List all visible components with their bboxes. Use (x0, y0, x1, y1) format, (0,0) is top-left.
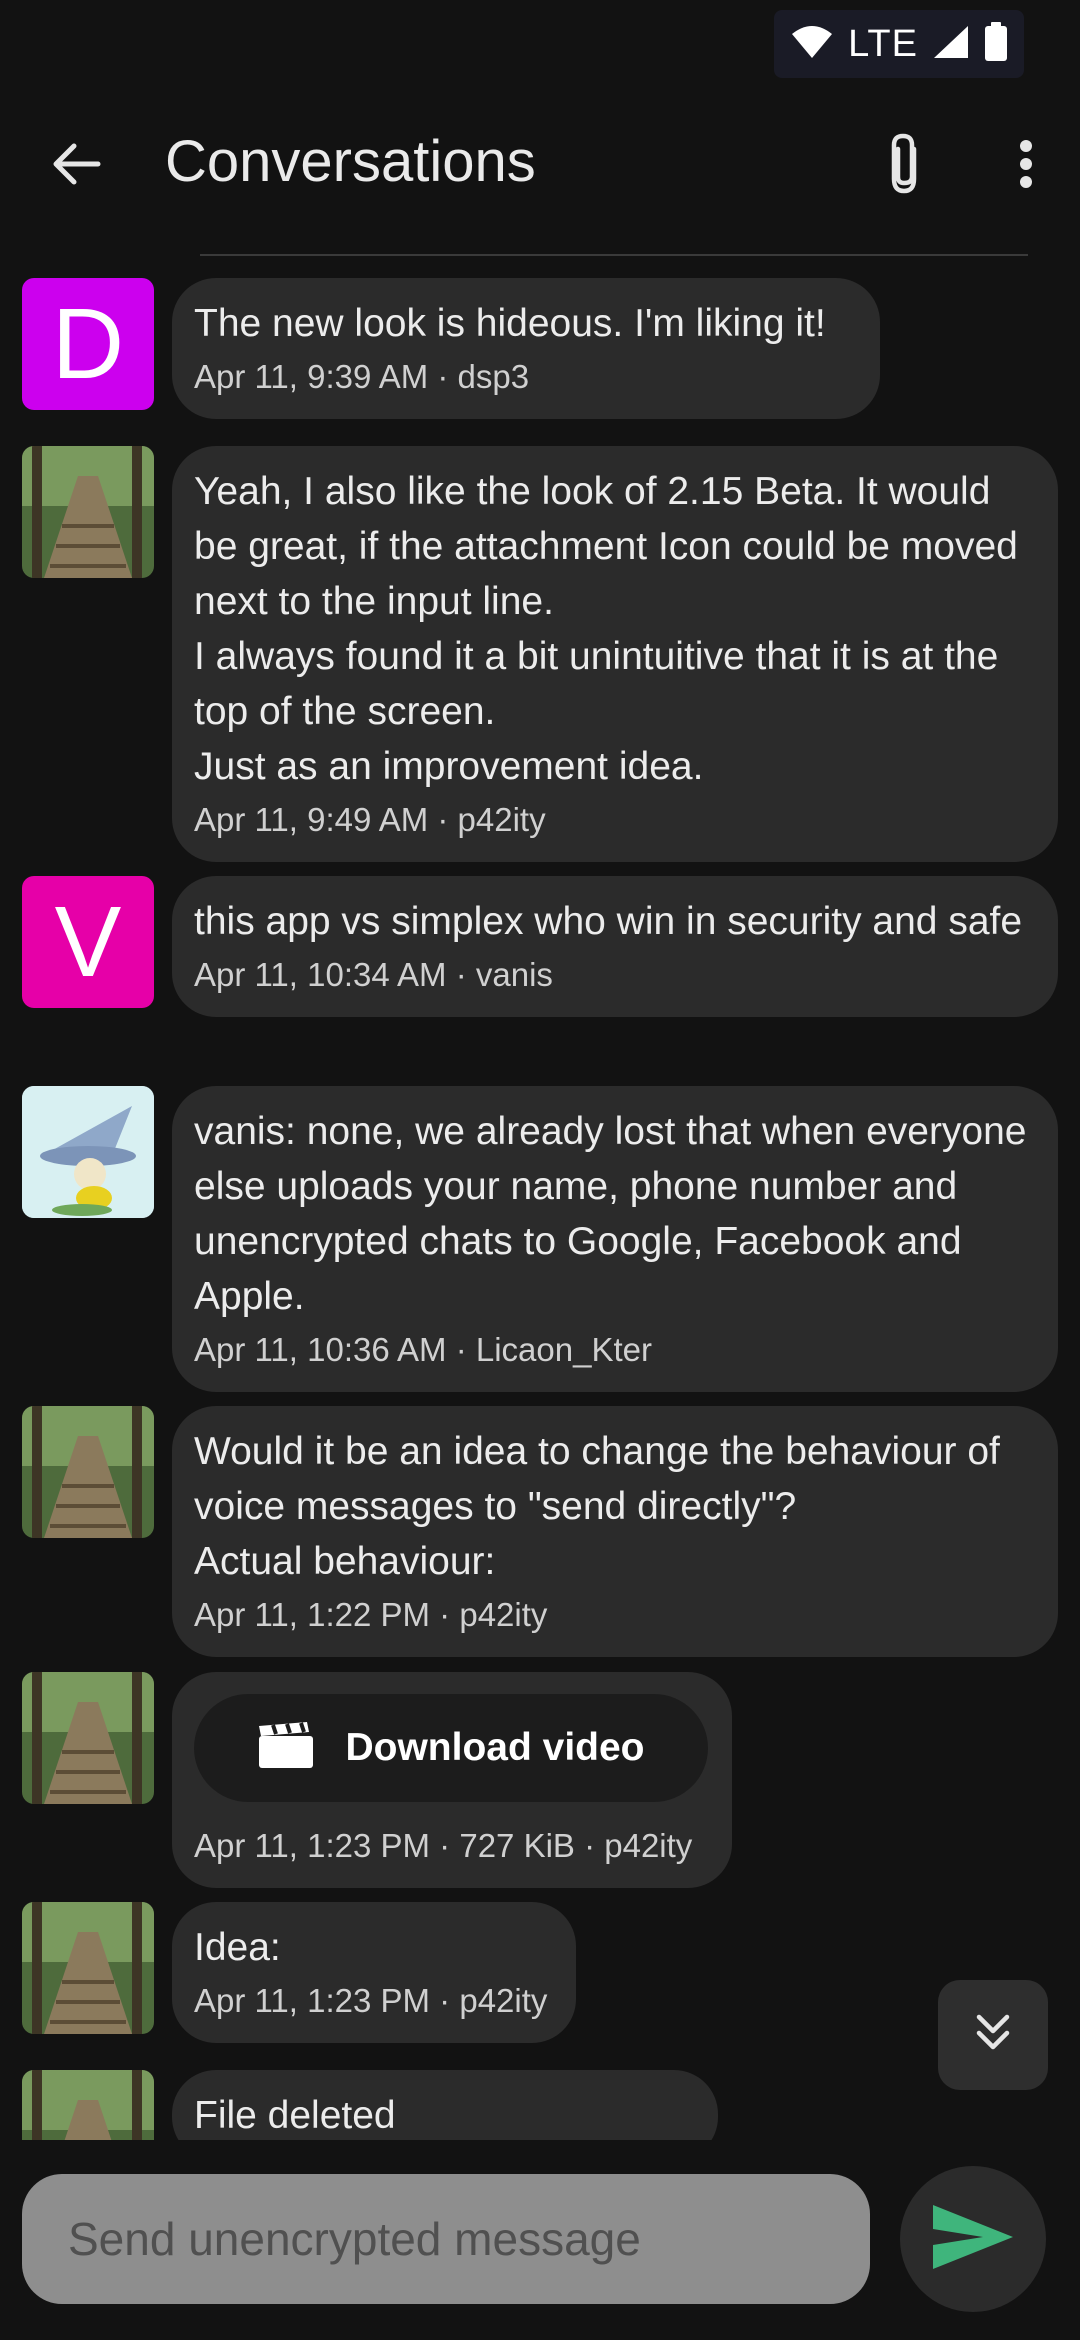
message-meta: Apr 11, 1:23 PM · 727 KiB · p42ity (194, 1827, 693, 1864)
status-bar: LTE (0, 0, 1080, 90)
battery-icon (984, 21, 1008, 67)
message-list[interactable]: D The new look is hideous. I'm liking it… (0, 260, 1080, 2140)
more-vert-icon (1018, 138, 1034, 195)
forest-boardwalk-image (22, 2070, 154, 2140)
message-text: vanis: none, we already lost that when e… (194, 1110, 1038, 1318)
forest-boardwalk-image (22, 1902, 154, 2034)
attach-button[interactable] (868, 130, 940, 202)
message-bubble[interactable]: this app vs simplex who win in security … (172, 876, 1058, 1017)
message-bubble[interactable]: Download video Apr 11, 1:23 PM · 727 KiB… (172, 1672, 732, 1888)
message-bubble[interactable]: Yeah, I also like the look of 2.15 Beta.… (172, 446, 1058, 862)
message-text: Idea: (194, 1926, 281, 1969)
message-meta: Apr 11, 1:23 PM · p42ity (194, 1982, 548, 2019)
message-bubble[interactable]: vanis: none, we already lost that when e… (172, 1086, 1058, 1392)
avatar[interactable] (22, 1672, 154, 1804)
message-bubble[interactable]: Idea: Apr 11, 1:23 PM · p42ity (172, 1902, 576, 2043)
page-title: Conversations (165, 129, 536, 194)
message-meta: Apr 11, 9:49 AM · p42ity (194, 801, 546, 838)
send-button[interactable] (900, 2166, 1046, 2312)
more-options-button[interactable] (990, 130, 1062, 202)
message-text: Would it be an idea to change the behavi… (194, 1430, 1000, 1583)
message-meta: Apr 11, 1:22 PM · p42ity (194, 1596, 548, 1633)
message-bubble[interactable]: Would it be an idea to change the behavi… (172, 1406, 1058, 1657)
message-meta: Apr 11, 10:34 AM · vanis (194, 956, 553, 993)
paperclip-icon (884, 131, 924, 202)
avatar-letter: D (51, 287, 125, 400)
status-indicators: LTE (774, 10, 1024, 78)
forest-boardwalk-image (22, 446, 154, 578)
wifi-icon (790, 24, 834, 65)
message-text: The new look is hideous. I'm liking it! (194, 302, 826, 345)
avatar[interactable]: D (22, 278, 154, 410)
app-bar: Conversations (0, 100, 1080, 230)
avatar[interactable] (22, 2070, 154, 2140)
avatar[interactable] (22, 1406, 154, 1538)
divider (200, 254, 1028, 256)
network-type-label: LTE (848, 22, 918, 65)
back-button[interactable] (40, 130, 112, 202)
message-meta: Apr 11, 10:36 AM · Licaon_Kter (194, 1331, 652, 1368)
download-video-button[interactable]: Download video (194, 1694, 708, 1802)
avatar-letter: V (54, 885, 122, 998)
message-text: this app vs simplex who win in security … (194, 900, 1023, 943)
message-bubble[interactable]: File deleted (172, 2070, 718, 2140)
forest-boardwalk-image (22, 1406, 154, 1538)
message-text: File deleted (194, 2094, 396, 2137)
avatar[interactable]: V (22, 876, 154, 1008)
message-bubble[interactable]: The new look is hideous. I'm liking it! … (172, 278, 880, 419)
avatar[interactable] (22, 446, 154, 578)
message-composer (22, 2174, 870, 2304)
avatar[interactable] (22, 1902, 154, 2034)
scroll-to-bottom-button[interactable] (938, 1980, 1048, 2090)
cellular-signal-icon (932, 24, 970, 65)
send-icon (931, 2203, 1015, 2276)
message-input[interactable] (66, 2211, 870, 2267)
forest-boardwalk-image (22, 1672, 154, 1804)
wizard-cartoon-image (22, 1086, 154, 1218)
avatar[interactable] (22, 1086, 154, 1218)
arrow-back-icon (50, 138, 102, 195)
message-text: Yeah, I also like the look of 2.15 Beta.… (194, 470, 1018, 788)
movie-clapper-icon (257, 1721, 315, 1775)
double-chevron-down-icon (971, 2011, 1015, 2060)
download-video-label: Download video (345, 1726, 645, 1769)
message-meta: Apr 11, 9:39 AM · dsp3 (194, 358, 530, 395)
